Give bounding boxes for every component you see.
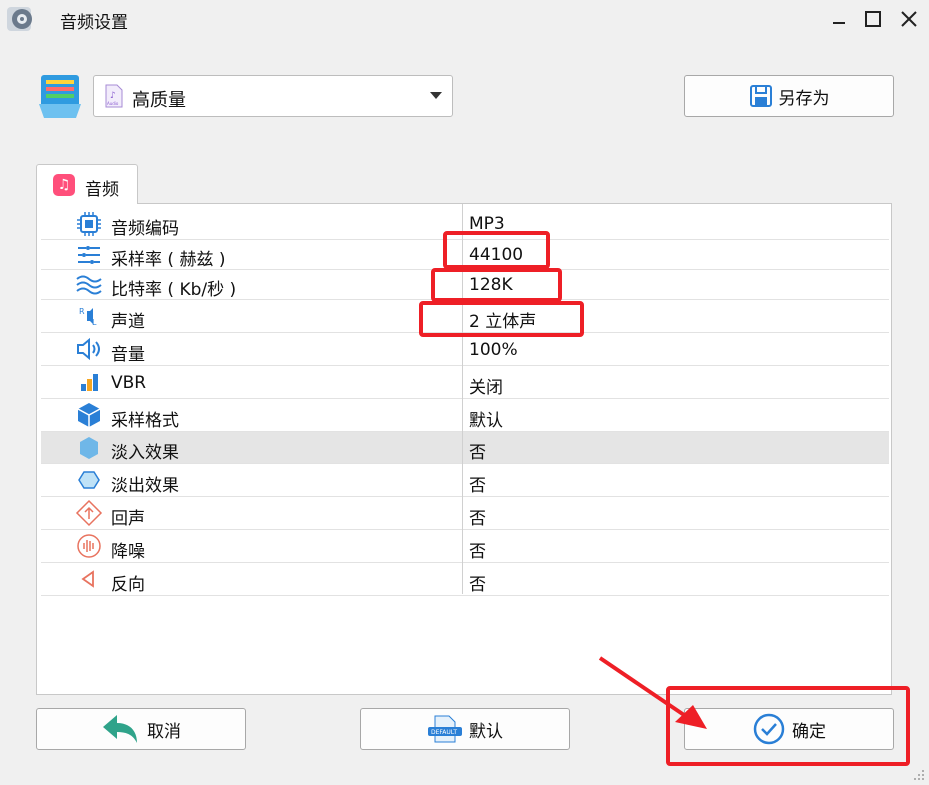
close-button[interactable] bbox=[896, 6, 922, 32]
speaker-icon bbox=[77, 337, 100, 361]
table-row[interactable]: 音频编码 MP3 bbox=[41, 208, 889, 240]
audio-file-icon: ♪ Audio bbox=[105, 84, 123, 108]
cancel-label: 取消 bbox=[147, 721, 181, 742]
preset-select[interactable]: ♪ Audio 高质量 bbox=[93, 75, 453, 117]
row-value: 100% bbox=[469, 340, 518, 360]
row-name: 淡入效果 bbox=[111, 443, 179, 463]
save-disk-icon bbox=[749, 85, 772, 107]
table-row[interactable]: R L 声道 2 立体声 bbox=[41, 300, 889, 333]
row-name: 降噪 bbox=[111, 542, 145, 562]
table-row[interactable]: 音量 100% bbox=[41, 333, 889, 366]
default-button[interactable]: DEFAULT 默认 bbox=[360, 708, 570, 750]
table-row[interactable]: 比特率 ( Kb/秒 ) 128K bbox=[41, 270, 889, 300]
cube-icon bbox=[77, 403, 101, 427]
row-name: VBR bbox=[111, 373, 147, 393]
table-row[interactable]: 回声 否 bbox=[41, 497, 889, 530]
sample-rate-icon bbox=[78, 246, 100, 264]
svg-text:♪: ♪ bbox=[110, 91, 116, 101]
noise-icon bbox=[77, 534, 101, 558]
reverse-icon bbox=[81, 570, 94, 588]
wave-icon bbox=[76, 275, 102, 295]
check-circle-icon bbox=[753, 713, 785, 745]
app-icon bbox=[7, 7, 32, 31]
resize-grip-icon[interactable] bbox=[912, 768, 926, 782]
row-value: 否 bbox=[469, 476, 486, 496]
vbr-icon bbox=[81, 374, 98, 391]
save-as-label: 另存为 bbox=[778, 88, 830, 109]
row-value: 2 立体声 bbox=[469, 312, 537, 332]
table-row[interactable]: 采样格式 默认 bbox=[41, 399, 889, 432]
row-value: 默认 bbox=[469, 411, 503, 431]
svg-text:Audio: Audio bbox=[107, 101, 119, 106]
maximize-icon bbox=[865, 11, 881, 27]
default-doc-icon: DEFAULT bbox=[428, 715, 462, 743]
table-row-selected[interactable]: 淡入效果 否 bbox=[41, 432, 889, 464]
preset-list-icon bbox=[39, 75, 81, 118]
table-row[interactable]: 反向 否 bbox=[41, 563, 889, 596]
row-value: 否 bbox=[469, 443, 486, 463]
row-name: 比特率 ( Kb/秒 ) bbox=[111, 280, 237, 300]
row-name: 声道 bbox=[111, 312, 145, 332]
echo-icon bbox=[75, 499, 103, 527]
table-row[interactable]: 降噪 否 bbox=[41, 530, 889, 563]
minimize-button[interactable] bbox=[826, 6, 852, 32]
row-value: 128K bbox=[469, 275, 513, 295]
channel-icon: R L bbox=[79, 307, 97, 327]
svg-text:DEFAULT: DEFAULT bbox=[431, 729, 457, 736]
row-value: 44100 bbox=[469, 245, 524, 265]
cancel-button[interactable]: 取消 bbox=[36, 708, 246, 750]
tab-audio-label: 音频 bbox=[85, 180, 119, 200]
tab-audio[interactable]: ♫ 音频 bbox=[36, 164, 138, 204]
default-label: 默认 bbox=[469, 721, 503, 742]
svg-text:R: R bbox=[79, 307, 85, 316]
row-value: 否 bbox=[469, 575, 486, 595]
window-title: 音频设置 bbox=[60, 13, 128, 33]
hexagon-fill-icon bbox=[80, 437, 98, 459]
row-value: 否 bbox=[469, 542, 486, 562]
table-row[interactable]: VBR 关闭 bbox=[41, 366, 889, 399]
row-name: 回声 bbox=[111, 509, 145, 529]
row-name: 音量 bbox=[111, 345, 145, 365]
row-value: 关闭 bbox=[469, 378, 503, 398]
row-name: 反向 bbox=[111, 575, 145, 595]
preset-value: 高质量 bbox=[132, 90, 186, 111]
undo-arrow-icon bbox=[103, 715, 137, 743]
column-divider bbox=[462, 204, 463, 594]
minimize-icon bbox=[833, 22, 845, 24]
ok-button[interactable]: 确定 bbox=[684, 708, 894, 750]
settings-table: 音频编码 MP3 采样率 ( 赫兹 ) 44100 比特率 ( Kb/秒 ) 1… bbox=[36, 203, 892, 695]
row-value: MP3 bbox=[469, 214, 505, 234]
row-value: 否 bbox=[469, 509, 486, 529]
chevron-down-icon bbox=[430, 92, 442, 99]
close-icon bbox=[901, 11, 917, 27]
maximize-button[interactable] bbox=[860, 6, 886, 32]
table-row[interactable]: 采样率 ( 赫兹 ) 44100 bbox=[41, 240, 889, 270]
row-name: 淡出效果 bbox=[111, 476, 179, 496]
row-name: 音频编码 bbox=[111, 219, 179, 239]
row-name: 采样格式 bbox=[111, 411, 179, 431]
save-as-button[interactable]: 另存为 bbox=[684, 75, 894, 117]
title-bar: 音频设置 bbox=[0, 0, 929, 38]
chip-icon bbox=[77, 212, 101, 236]
ok-label: 确定 bbox=[792, 721, 826, 742]
row-name: 采样率 ( 赫兹 ) bbox=[111, 250, 226, 270]
hexagon-outline-icon bbox=[78, 471, 100, 489]
table-row[interactable]: 淡出效果 否 bbox=[41, 464, 889, 497]
music-note-icon: ♫ bbox=[53, 174, 75, 196]
